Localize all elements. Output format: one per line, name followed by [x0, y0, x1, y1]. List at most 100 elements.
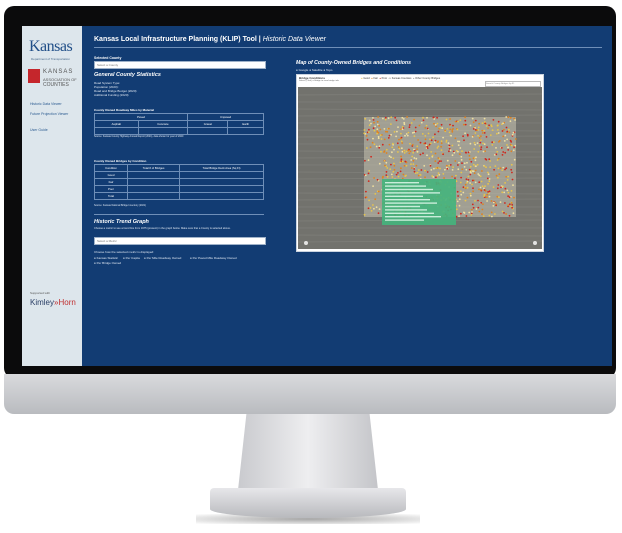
- bridge-dot[interactable]: [469, 142, 472, 145]
- bridge-dot[interactable]: [510, 202, 513, 204]
- bridge-dot[interactable]: [507, 146, 509, 149]
- bridge-dot[interactable]: [401, 142, 404, 144]
- bridge-dot[interactable]: [478, 181, 481, 184]
- bridge-dot[interactable]: [380, 138, 383, 140]
- bridge-dot[interactable]: [469, 171, 472, 173]
- bridge-dot[interactable]: [376, 178, 379, 181]
- bridge-dot[interactable]: [463, 162, 466, 165]
- bridge-dot[interactable]: [383, 128, 386, 130]
- bridge-dot[interactable]: [437, 162, 440, 164]
- bridge-dot[interactable]: [502, 151, 505, 153]
- bridge-dot[interactable]: [426, 171, 429, 173]
- bridge-dot[interactable]: [415, 157, 418, 160]
- bridge-dot[interactable]: [430, 139, 433, 142]
- bridge-dot[interactable]: [363, 213, 366, 216]
- bridge-dot[interactable]: [369, 146, 372, 149]
- bridge-dot[interactable]: [508, 203, 511, 206]
- bridge-dot[interactable]: [405, 150, 408, 153]
- bridge-dot[interactable]: [468, 154, 471, 157]
- bridge-dot[interactable]: [367, 159, 370, 161]
- bridge-dot[interactable]: [477, 134, 479, 137]
- bridge-dot[interactable]: [370, 155, 372, 158]
- bridge-dot[interactable]: [442, 173, 445, 175]
- bridge-dot[interactable]: [510, 190, 513, 192]
- bridge-dot[interactable]: [481, 122, 484, 125]
- bridge-dot[interactable]: [376, 123, 379, 126]
- bridge-dot[interactable]: [385, 152, 388, 154]
- bridge-dot[interactable]: [512, 149, 515, 152]
- bridge-dot[interactable]: [483, 143, 486, 146]
- bridge-dot[interactable]: [508, 214, 511, 217]
- bridge-dot[interactable]: [393, 131, 396, 133]
- bridge-dot[interactable]: [490, 200, 493, 202]
- option-kansas-statistic[interactable]: ● Kansas Statistic: [94, 256, 118, 260]
- bridge-dot[interactable]: [367, 207, 370, 210]
- bridge-dot[interactable]: [472, 163, 475, 166]
- basemap-satellite[interactable]: ● Satellite: [309, 68, 322, 72]
- bridge-dot[interactable]: [448, 147, 451, 150]
- bridge-dot[interactable]: [454, 137, 457, 140]
- bridge-dot[interactable]: [424, 169, 426, 172]
- bridge-dot[interactable]: [457, 168, 460, 171]
- bridge-dot[interactable]: [368, 169, 371, 172]
- bridge-dot[interactable]: [390, 123, 392, 125]
- bridge-dot[interactable]: [412, 151, 415, 154]
- bridge-dot[interactable]: [481, 185, 484, 188]
- bridge-dot[interactable]: [504, 187, 507, 190]
- bridge-dot[interactable]: [388, 134, 391, 137]
- bridge-dot[interactable]: [401, 160, 404, 163]
- bridge-dot[interactable]: [502, 122, 504, 125]
- bridge-dot[interactable]: [506, 130, 509, 133]
- bridge-dot[interactable]: [483, 189, 486, 191]
- bridge-dot[interactable]: [510, 150, 513, 153]
- bridge-dot[interactable]: [463, 166, 466, 168]
- bridge-dot[interactable]: [401, 126, 404, 128]
- bridge-dot[interactable]: [483, 193, 486, 196]
- bridge-dot[interactable]: [482, 142, 484, 145]
- bridge-dot[interactable]: [399, 170, 402, 173]
- bridge-dot[interactable]: [503, 212, 505, 214]
- bridge-dot[interactable]: [413, 148, 415, 151]
- bridge-dot[interactable]: [390, 133, 392, 136]
- bridge-dot[interactable]: [513, 196, 515, 199]
- bridge-dot[interactable]: [376, 128, 379, 131]
- bridge-dot[interactable]: [449, 118, 451, 120]
- bridge-dot[interactable]: [468, 168, 471, 171]
- bridge-dot[interactable]: [420, 121, 423, 124]
- option-per-bridge[interactable]: ● Per Bridge Owned: [94, 261, 121, 265]
- bridge-dot[interactable]: [404, 175, 407, 177]
- bridge-dot[interactable]: [442, 153, 444, 156]
- map-control-icon[interactable]: [304, 241, 308, 245]
- bridge-dot[interactable]: [497, 176, 499, 179]
- bridge-dot[interactable]: [512, 212, 515, 215]
- bridge-dot[interactable]: [439, 167, 441, 170]
- bridge-dot[interactable]: [445, 164, 448, 167]
- bridge-dot[interactable]: [414, 130, 417, 133]
- bridge-dot[interactable]: [475, 165, 477, 168]
- bridge-dot[interactable]: [461, 150, 463, 153]
- bridge-dot[interactable]: [437, 145, 440, 148]
- bridge-dot[interactable]: [462, 135, 464, 138]
- bridge-dot[interactable]: [431, 154, 434, 157]
- bridge-dot[interactable]: [377, 190, 380, 193]
- bridge-dot[interactable]: [504, 134, 507, 137]
- bridge-dot[interactable]: [501, 191, 504, 194]
- bridge-dot[interactable]: [497, 120, 500, 123]
- bridge-dot[interactable]: [466, 196, 469, 199]
- bridge-dot[interactable]: [419, 153, 422, 156]
- bridge-dot[interactable]: [501, 210, 504, 213]
- bridge-dot[interactable]: [407, 149, 409, 152]
- bridge-dot[interactable]: [464, 119, 467, 122]
- bridge-dot[interactable]: [391, 151, 393, 154]
- bridge-dot[interactable]: [478, 210, 481, 213]
- bridge-dot[interactable]: [448, 144, 451, 147]
- bridge-dot[interactable]: [410, 167, 413, 169]
- bridge-dot[interactable]: [472, 190, 474, 193]
- bridge-dot[interactable]: [409, 150, 412, 153]
- bridge-dot[interactable]: [406, 134, 409, 137]
- bridge-dot[interactable]: [469, 192, 472, 195]
- bridge-dot[interactable]: [496, 195, 499, 198]
- bridge-dot[interactable]: [393, 148, 395, 151]
- bridge-dot[interactable]: [437, 140, 439, 143]
- bridge-dot[interactable]: [487, 127, 489, 129]
